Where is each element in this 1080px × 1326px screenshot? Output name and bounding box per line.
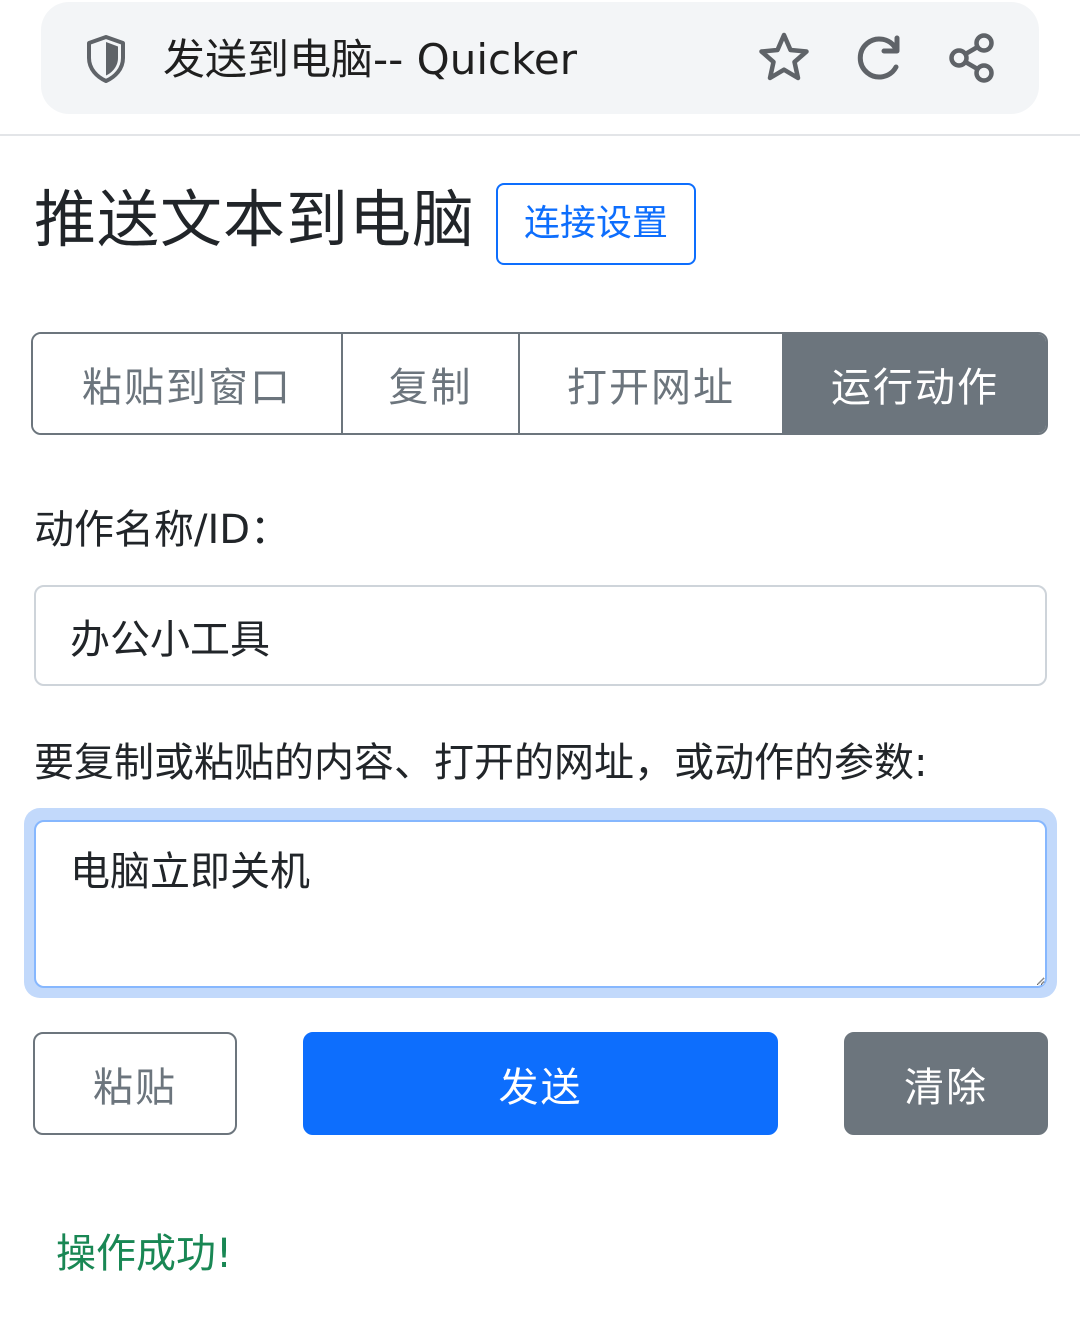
- mode-open-url-button[interactable]: 打开网址: [520, 334, 784, 433]
- send-button[interactable]: 发送: [303, 1032, 778, 1135]
- browser-toolbar: 发送到电脑-- Quicker: [0, 0, 1080, 136]
- status-message: 操作成功!: [56, 1231, 233, 1277]
- refresh-icon[interactable]: [851, 30, 907, 86]
- mode-paste-to-window-button[interactable]: 粘贴到窗口: [33, 334, 343, 433]
- paste-button[interactable]: 粘贴: [33, 1032, 237, 1135]
- mode-run-action-button[interactable]: 运行动作: [784, 334, 1046, 433]
- resize-grip-icon[interactable]: [1036, 976, 1045, 985]
- clear-button[interactable]: 清除: [844, 1032, 1048, 1135]
- share-icon[interactable]: [944, 30, 1000, 86]
- star-icon[interactable]: [756, 30, 812, 86]
- content-textarea[interactable]: 电脑立即关机: [34, 820, 1047, 988]
- shield-icon[interactable]: [84, 34, 128, 84]
- page-title: 推送文本到电脑: [34, 183, 476, 256]
- connection-settings-button[interactable]: 连接设置: [496, 183, 696, 265]
- mode-button-group: 粘贴到窗口 复制 打开网址 运行动作: [31, 332, 1048, 435]
- action-name-label: 动作名称/ID：: [34, 507, 291, 553]
- mode-copy-button[interactable]: 复制: [343, 334, 520, 433]
- content-label: 要复制或粘贴的内容、打开的网址，或动作的参数:: [34, 740, 928, 786]
- action-name-input[interactable]: [34, 585, 1047, 686]
- page-title-text[interactable]: 发送到电脑-- Quicker: [163, 30, 577, 90]
